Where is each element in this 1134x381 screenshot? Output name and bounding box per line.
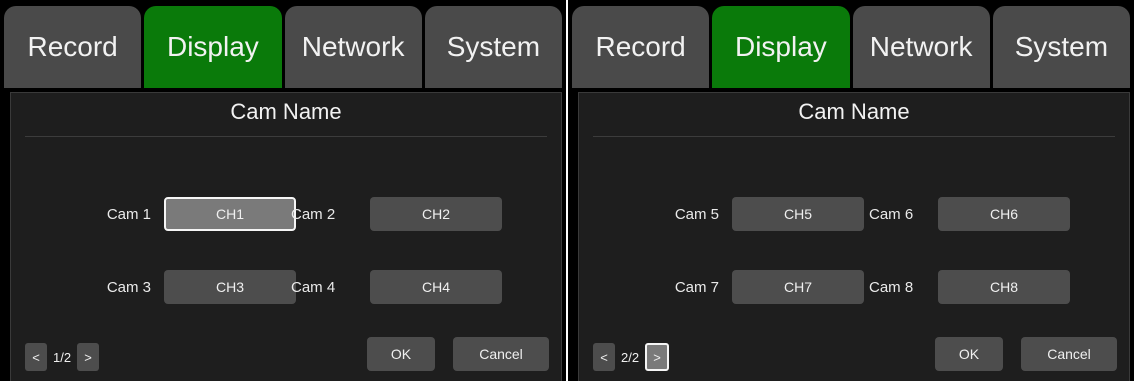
tab-display[interactable]: Display [144,6,282,88]
prev-page-button[interactable]: < [25,343,47,371]
cam-1-label: Cam 1 [106,206,151,223]
ok-button[interactable]: OK [367,337,435,371]
cam-6-name-field[interactable]: CH6 [938,197,1070,231]
page-indicator: 2/2 [621,349,640,365]
tab-network[interactable]: Network [852,6,990,88]
next-page-button[interactable]: > [77,343,100,371]
dvr-screen-page-2: Record Display Network System Cam Name C… [568,0,1134,381]
cam-8-label: Cam 8 [869,279,914,296]
cam-3-label: Cam 3 [106,279,151,296]
tab-bar: Record Display Network System [4,6,562,88]
cam-4-label: Cam 4 [291,279,336,296]
cam-4-name-field[interactable]: CH4 [370,270,502,304]
cancel-button[interactable]: Cancel [453,337,549,371]
cam-7-name-field[interactable]: CH7 [732,270,864,304]
cancel-button[interactable]: Cancel [1021,337,1117,371]
tab-bar: Record Display Network System [572,6,1130,88]
pager: < 2/2 > [593,343,670,371]
cam-7-label: Cam 7 [674,279,719,296]
cam-name-panel: Cam Name Cam 5 CH5 Cam 6 CH6 Cam 7 CH7 C… [578,92,1130,381]
ok-button[interactable]: OK [935,337,1003,371]
cam-2-name-field[interactable]: CH2 [370,197,502,231]
cam-1-name-field[interactable]: CH1 [164,197,296,231]
cam-name-panel: Cam Name Cam 1 CH1 Cam 2 CH2 Cam 3 CH3 C… [10,92,562,381]
cam-6-label: Cam 6 [869,206,914,223]
panel-title: Cam Name [230,99,342,124]
cam-3-name-field[interactable]: CH3 [164,270,296,304]
title-divider [593,136,1115,137]
title-divider [25,136,547,137]
panel-title: Cam Name [798,99,910,124]
tab-record[interactable]: Record [572,6,710,88]
tab-record[interactable]: Record [4,6,142,88]
tab-system[interactable]: System [424,6,562,88]
page-indicator: 1/2 [53,349,72,365]
prev-page-button[interactable]: < [593,343,615,371]
tab-display[interactable]: Display [712,6,850,88]
tab-network[interactable]: Network [284,6,422,88]
dvr-screen-page-1: Record Display Network System Cam Name C… [0,0,566,381]
cam-8-name-field[interactable]: CH8 [938,270,1070,304]
cam-5-label: Cam 5 [674,206,719,223]
pager: < 1/2 > [25,343,100,371]
next-page-button[interactable]: > [645,343,670,371]
cam-5-name-field[interactable]: CH5 [732,197,864,231]
cam-2-label: Cam 2 [291,206,336,223]
tab-system[interactable]: System [992,6,1130,88]
